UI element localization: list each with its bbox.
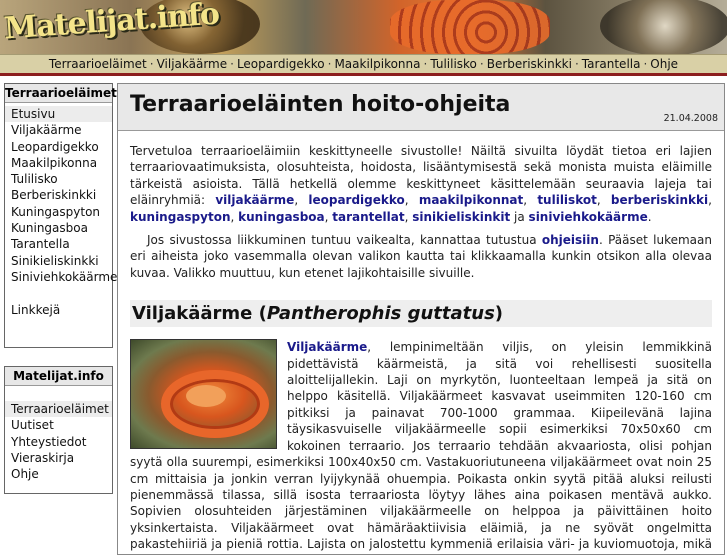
species-link[interactable]: viljakäärme: [215, 193, 294, 207]
heading-latin-name: Pantherophis guttatus: [266, 303, 495, 325]
sidebar-item[interactable]: Maakilpikonna: [5, 155, 112, 171]
title-bar: Terraarioeläinten hoito-ohjeita 21.04.20…: [118, 84, 724, 131]
help-text-before: Jos sivustossa liikkuminen tuntuu vaikea…: [147, 233, 542, 248]
page-title: Terraarioeläinten hoito-ohjeita: [130, 92, 511, 117]
sidebar-item[interactable]: Berberiskinkki: [5, 187, 112, 203]
sidebar-animals-box: Terraarioeläimet Etusivu Viljakäärme Leopa…: [4, 83, 117, 348]
topnav-link[interactable]: Tulilisko: [430, 57, 477, 71]
species-link[interactable]: leopardigekko: [308, 193, 404, 207]
intro-end: .: [647, 209, 652, 224]
nav-separator: ·: [479, 57, 484, 71]
topnav-link[interactable]: Leopardigekko: [237, 57, 325, 71]
corn-snake-photo[interactable]: [130, 339, 277, 450]
link-separator: ,: [230, 209, 239, 224]
topnav-link[interactable]: Terraarioeläimet: [49, 57, 147, 71]
link-separator: ,: [404, 193, 419, 208]
help-paragraph: Jos sivustossa liikkuminen tuntuu vaikea…: [130, 232, 712, 281]
sidebar-animals-list: Etusivu Viljakäärme Leopardigekko Maakilpik…: [5, 103, 117, 319]
sidebar-item[interactable]: Siniviehkokäärme: [5, 269, 117, 285]
help-link[interactable]: ohjeisiin: [542, 233, 599, 247]
sidebar-item[interactable]: Sinikieliskinkki: [5, 253, 112, 269]
species-link[interactable]: tarantellat: [332, 210, 404, 224]
heading-text: Viljakäärme (: [132, 303, 267, 325]
link-separator: ,: [523, 193, 538, 208]
topnav-link[interactable]: Berberiskinkki: [487, 57, 572, 71]
nav-separator: ·: [327, 57, 332, 71]
species-link[interactable]: kuningaspyton: [130, 210, 231, 224]
header-banner: Matelijat.info: [0, 0, 727, 54]
sidebar-animals-title: Terraarioeläimet: [5, 84, 117, 103]
sidebar-item[interactable]: Viljakäärme: [5, 122, 112, 138]
nav-separator: ·: [643, 57, 648, 71]
sidebar-item[interactable]: Kuningasboa: [5, 220, 112, 236]
sidebar-item[interactable]: Etusivu: [5, 106, 112, 123]
species-link[interactable]: berberiskinkki: [611, 193, 708, 207]
sidebar-site-title: Matelijat.info: [5, 367, 112, 386]
topnav-link[interactable]: Ohje: [650, 57, 678, 71]
species-link[interactable]: maakilpikonnat: [419, 193, 523, 207]
sidebar-site-box: Matelijat.info Terraarioeläimet Uutiset Yh…: [4, 366, 113, 494]
nav-separator: ·: [574, 57, 579, 71]
sidebar-site-list: Terraarioeläimet Uutiset Yhteystiedot Viera…: [5, 386, 112, 482]
species-link[interactable]: tuliliskot: [537, 193, 597, 207]
species-link[interactable]: kuningasboa: [238, 210, 324, 224]
main-content-panel: Terraarioeläinten hoito-ohjeita 21.04.20…: [117, 83, 725, 555]
tortoise-shell-image: [600, 0, 727, 54]
sidebar-site-item[interactable]: Terraarioeläimet: [5, 401, 112, 418]
sidebar-item[interactable]: Kuningaspyton: [5, 204, 112, 220]
top-navigation: Terraarioeläimet · Viljakäärme · Leopardigek…: [0, 54, 727, 76]
link-separator: ,: [708, 193, 712, 208]
nav-separator: ·: [423, 57, 428, 71]
nav-separator: ·: [230, 57, 234, 71]
link-separator: ,: [294, 193, 309, 208]
snake-image: [390, 0, 550, 54]
sidebar-site-item[interactable]: Ohje: [5, 466, 112, 482]
topnav-link[interactable]: Viljakäärme: [157, 57, 228, 71]
topnav-link[interactable]: Maakilpikonna: [334, 57, 420, 71]
link-separator: ja: [510, 209, 529, 224]
link-separator: ,: [596, 193, 611, 208]
sidebar-item[interactable]: Tulilisko: [5, 171, 112, 187]
sidebar-site-item[interactable]: Yhteystiedot: [5, 434, 112, 450]
nav-separator: ·: [149, 57, 154, 71]
section-link[interactable]: Viljakäärme: [287, 340, 367, 354]
sidebar-item[interactable]: Leopardigekko: [5, 139, 112, 155]
heading-close: ): [494, 303, 504, 325]
species-link[interactable]: siniviehkokäärme: [529, 210, 648, 224]
article-content: Tervetuloa terraarioeläimiin keskittynee…: [118, 143, 724, 554]
sidebar-item[interactable]: Tarantella: [5, 236, 112, 252]
species-link[interactable]: sinikieliskinkit: [412, 210, 510, 224]
sidebar-site-item[interactable]: Vieraskirja: [5, 450, 112, 466]
sidebar-item-links[interactable]: Linkkejä: [5, 302, 112, 318]
intro-paragraph: Tervetuloa terraarioeläimiin keskittynee…: [130, 143, 712, 225]
topnav-link[interactable]: Tarantella: [582, 57, 641, 71]
sidebar-site-item[interactable]: Uutiset: [5, 417, 112, 433]
section-heading-viljakaarme[interactable]: Viljakäärme (Pantherophis guttatus): [130, 300, 712, 328]
page-date: 21.04.2008: [663, 113, 718, 124]
